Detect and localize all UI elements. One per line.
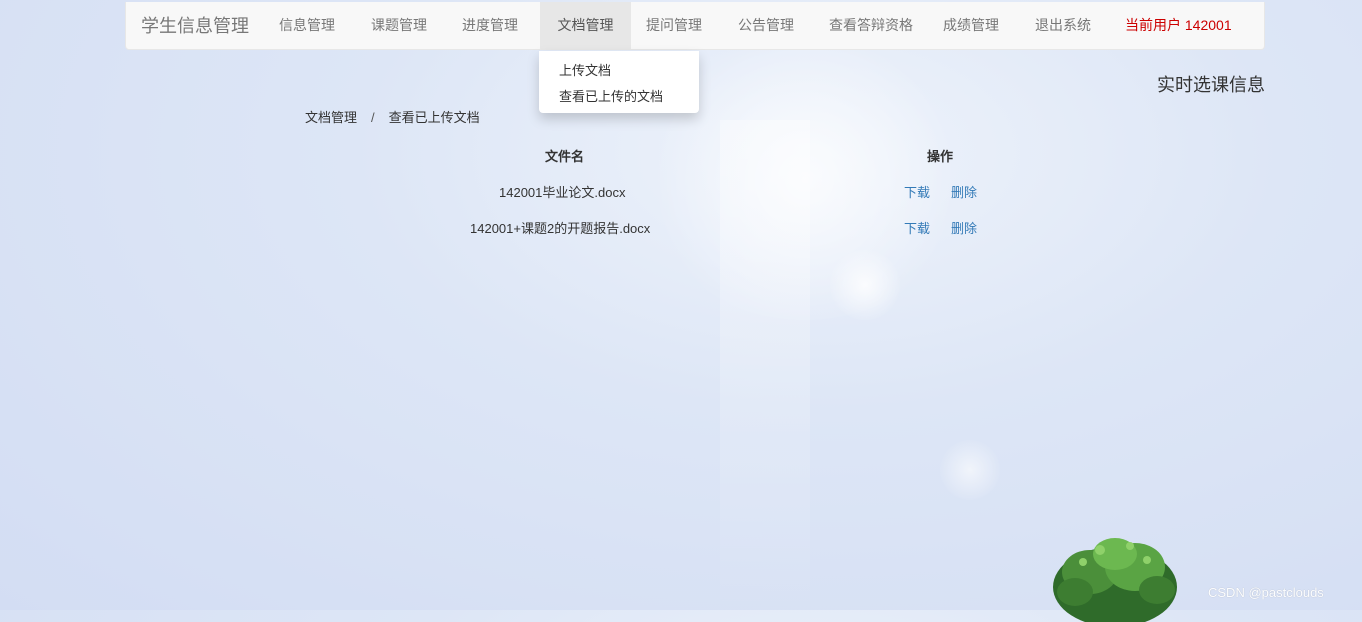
breadcrumb: 文档管理 / 查看已上传文档 bbox=[305, 107, 480, 126]
filename-cell: 142001毕业论文.docx bbox=[499, 185, 626, 200]
nav-topic-management[interactable]: 课题管理 bbox=[371, 2, 427, 49]
breadcrumb-separator: / bbox=[371, 110, 375, 125]
nav-document-management[interactable]: 文档管理 bbox=[540, 2, 631, 49]
top-navbar: 学生信息管理 信息管理 课题管理 进度管理 文档管理 提问管理 公告管理 查看答… bbox=[125, 2, 1265, 50]
nav-logout[interactable]: 退出系统 bbox=[1035, 2, 1091, 49]
nav-question-management[interactable]: 提问管理 bbox=[646, 2, 702, 49]
breadcrumb-item-document-management[interactable]: 文档管理 bbox=[305, 110, 357, 125]
nav-defense-qualification[interactable]: 查看答辩资格 bbox=[829, 2, 913, 49]
app-brand[interactable]: 学生信息管理 bbox=[141, 2, 249, 50]
menu-item-upload-document[interactable]: 上传文档 bbox=[559, 60, 611, 79]
nav-announcement-management[interactable]: 公告管理 bbox=[738, 2, 794, 49]
realtime-course-info-title: 实时选课信息 bbox=[1157, 75, 1265, 95]
filename-cell: 142001+课题2的开题报告.docx bbox=[470, 221, 651, 236]
background-bokeh bbox=[940, 440, 1000, 500]
nav-progress-management[interactable]: 进度管理 bbox=[462, 2, 518, 49]
csdn-watermark: CSDN @pastclouds bbox=[1208, 585, 1324, 600]
delete-link[interactable]: 删除 bbox=[951, 182, 977, 201]
download-link[interactable]: 下载 bbox=[904, 218, 930, 237]
breadcrumb-item-view-uploaded: 查看已上传文档 bbox=[388, 110, 480, 125]
column-header-actions: 操作 bbox=[927, 149, 954, 164]
current-user-label: 当前用户 142001 bbox=[1125, 17, 1232, 33]
menu-item-view-uploaded-documents[interactable]: 查看已上传的文档 bbox=[559, 86, 663, 105]
column-header-filename: 文件名 bbox=[545, 149, 585, 164]
delete-link[interactable]: 删除 bbox=[951, 218, 977, 237]
nav-grade-management[interactable]: 成绩管理 bbox=[943, 2, 999, 49]
nav-info-management[interactable]: 信息管理 bbox=[279, 2, 335, 49]
background-bokeh bbox=[830, 250, 900, 320]
plant-decoration-image bbox=[1053, 538, 1177, 622]
document-dropdown-menu: 上传文档 查看已上传的文档 bbox=[539, 51, 699, 113]
download-link[interactable]: 下载 bbox=[904, 182, 930, 201]
